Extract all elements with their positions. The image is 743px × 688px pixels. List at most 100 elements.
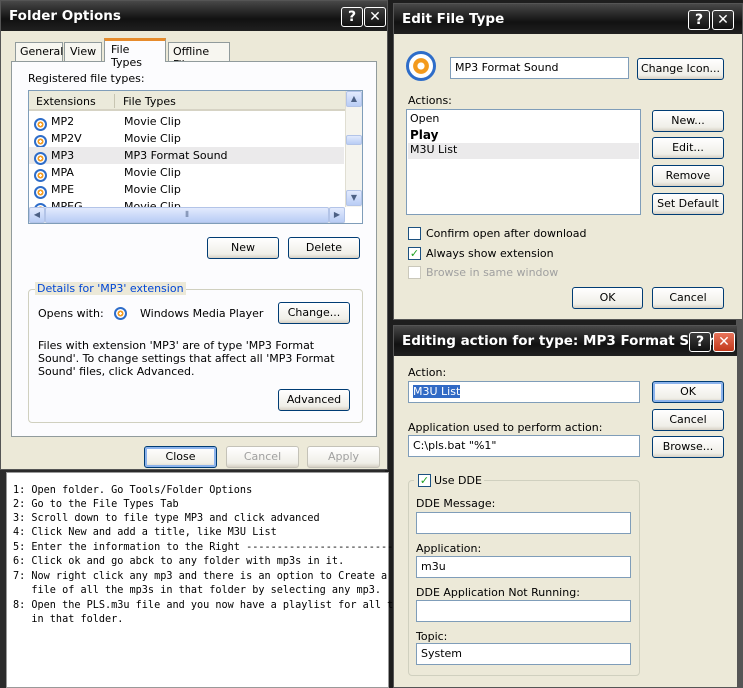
use-dde-label: Use DDE xyxy=(434,474,482,487)
row-extension: MPE xyxy=(51,183,75,196)
table-row[interactable]: MPEG Movie Clip xyxy=(29,198,362,207)
new-action-button[interactable]: New... xyxy=(652,110,724,132)
details-title: Details for 'MP3' extension xyxy=(35,282,186,295)
remove-action-button[interactable]: Remove xyxy=(652,165,724,187)
application-label: Application: xyxy=(416,542,482,555)
scroll-left-arrow-icon[interactable]: ◀ xyxy=(29,207,45,223)
cancel-button[interactable]: Cancel xyxy=(652,409,724,431)
edit-action-button[interactable]: Edit... xyxy=(652,137,724,159)
row-type: Movie Clip xyxy=(124,115,181,128)
application-input[interactable]: m3u xyxy=(416,556,631,578)
file-type-name-field[interactable]: MP3 Format Sound xyxy=(450,57,629,79)
folder-options-window: Folder Options ? ✕ General View File Typ… xyxy=(0,0,388,470)
topic-input[interactable]: System xyxy=(416,643,631,665)
help-button[interactable]: ? xyxy=(341,7,363,27)
change-button[interactable]: Change... xyxy=(278,302,350,324)
close-dialog-button[interactable]: Close xyxy=(144,446,217,468)
windows-media-player-icon xyxy=(114,306,127,320)
list-item[interactable]: Open xyxy=(410,112,439,125)
opens-with-label: Opens with: xyxy=(38,307,104,320)
opens-with-app: Windows Media Player xyxy=(140,307,264,320)
row-extension: MPEG xyxy=(51,200,83,207)
tab-view[interactable]: View xyxy=(64,42,102,61)
table-row[interactable]: MPE Movie Clip xyxy=(29,181,362,199)
table-row[interactable]: MPA Movie Clip xyxy=(29,164,362,182)
browse-same-window-checkbox[interactable] xyxy=(408,266,421,279)
horizontal-scrollbar[interactable]: ◀ ⦀ ▶ xyxy=(29,207,345,223)
actions-list[interactable]: Open Play M3U List xyxy=(406,109,641,215)
delete-button[interactable]: Delete xyxy=(288,237,360,259)
use-dde-checkbox[interactable]: ✓ xyxy=(418,474,431,487)
dde-not-running-label: DDE Application Not Running: xyxy=(416,586,580,599)
instruction-line: in that folder. xyxy=(13,614,124,625)
actions-label: Actions: xyxy=(408,94,452,107)
table-row[interactable]: MP2 Movie Clip xyxy=(29,113,362,131)
row-type: Movie Clip xyxy=(124,200,181,207)
row-extension: MPA xyxy=(51,166,74,179)
new-button[interactable]: New xyxy=(207,237,279,259)
help-button[interactable]: ? xyxy=(689,332,711,352)
close-button[interactable]: ✕ xyxy=(713,332,735,352)
column-header-file-types[interactable]: File Types xyxy=(123,95,176,108)
scroll-h-thumb[interactable]: ⦀ xyxy=(45,207,329,223)
dde-message-label: DDE Message: xyxy=(416,497,496,510)
help-button[interactable]: ? xyxy=(688,10,710,30)
topic-label: Topic: xyxy=(416,630,448,643)
close-button[interactable]: ✕ xyxy=(364,7,386,27)
always-show-label: Always show extension xyxy=(426,247,554,260)
row-type: Movie Clip xyxy=(124,166,181,179)
ok-button[interactable]: OK xyxy=(572,287,643,309)
browse-same-window-label: Browse in same window xyxy=(426,266,559,279)
editing-action-titlebar: Editing action for type: MP3 Format Soun… xyxy=(394,326,737,356)
list-header: Extensions File Types xyxy=(29,91,345,111)
list-item-selected[interactable]: M3U List xyxy=(408,143,639,159)
confirm-open-checkbox[interactable] xyxy=(408,227,421,240)
instruction-line: 5: Enter the information to the Right --… xyxy=(13,542,431,553)
row-extension: MP2V xyxy=(51,132,82,145)
details-description: Files with extension 'MP3' are of type '… xyxy=(38,339,335,378)
apply-button[interactable]: Apply xyxy=(307,446,380,468)
scroll-thumb[interactable] xyxy=(346,135,362,145)
table-row-selected[interactable]: MP3 MP3 Format Sound xyxy=(29,147,344,165)
column-header-extensions[interactable]: Extensions xyxy=(36,95,96,108)
set-default-button[interactable]: Set Default xyxy=(652,193,724,215)
row-extension: MP2 xyxy=(51,115,75,128)
scroll-up-arrow-icon[interactable]: ▲ xyxy=(346,91,362,107)
list-item-default[interactable]: Play xyxy=(410,128,438,142)
action-label: Action: xyxy=(408,366,447,379)
row-type: Movie Clip xyxy=(124,183,181,196)
action-input[interactable]: M3U List xyxy=(408,381,640,403)
instruction-line: 8: Open the PLS.m3u file and you now hav… xyxy=(13,600,443,611)
application-used-label: Application used to perform action: xyxy=(408,421,603,434)
advanced-button[interactable]: Advanced xyxy=(278,389,350,411)
scroll-right-arrow-icon[interactable]: ▶ xyxy=(329,207,345,223)
dde-message-input[interactable] xyxy=(416,512,631,534)
tab-offline-files[interactable]: Offline Files xyxy=(168,42,230,71)
ok-button[interactable]: OK xyxy=(652,381,724,403)
browse-button[interactable]: Browse... xyxy=(652,436,724,458)
row-type: MP3 Format Sound xyxy=(124,149,228,162)
instruction-line: 7: Now right click any mp3 and there is … xyxy=(13,571,412,582)
always-show-checkbox[interactable]: ✓ xyxy=(408,247,421,260)
media-file-icon xyxy=(34,200,47,207)
file-type-icon xyxy=(406,51,436,81)
dde-not-running-input[interactable] xyxy=(416,600,631,622)
instruction-line: file of all the mp3s in that folder by s… xyxy=(13,585,382,596)
edit-file-type-title: Edit File Type xyxy=(402,11,505,27)
close-button[interactable]: ✕ xyxy=(712,10,734,30)
confirm-open-label: Confirm open after download xyxy=(426,227,587,240)
instruction-line: 4: Click New and add a title, like M3U L… xyxy=(13,527,277,538)
scroll-down-arrow-icon[interactable]: ▼ xyxy=(346,190,362,206)
vertical-scrollbar[interactable]: ▲ ▼ xyxy=(345,91,362,207)
file-types-list[interactable]: Extensions File Types MP2 Movie Clip MP2… xyxy=(28,90,363,224)
cancel-button[interactable]: Cancel xyxy=(652,287,724,309)
cancel-button[interactable]: Cancel xyxy=(226,446,299,468)
application-used-input[interactable]: C:\pls.bat "%1" xyxy=(408,435,640,457)
instruction-line: 6: Click ok and go abck to any folder wi… xyxy=(13,556,345,567)
folder-options-title: Folder Options xyxy=(9,8,121,24)
tab-file-types[interactable]: File Types xyxy=(104,38,166,69)
tab-general[interactable]: General xyxy=(15,42,63,61)
table-row[interactable]: MP2V Movie Clip xyxy=(29,130,362,148)
instruction-line: 2: Go to the File Types Tab xyxy=(13,499,179,510)
change-icon-button[interactable]: Change Icon... xyxy=(637,58,724,80)
